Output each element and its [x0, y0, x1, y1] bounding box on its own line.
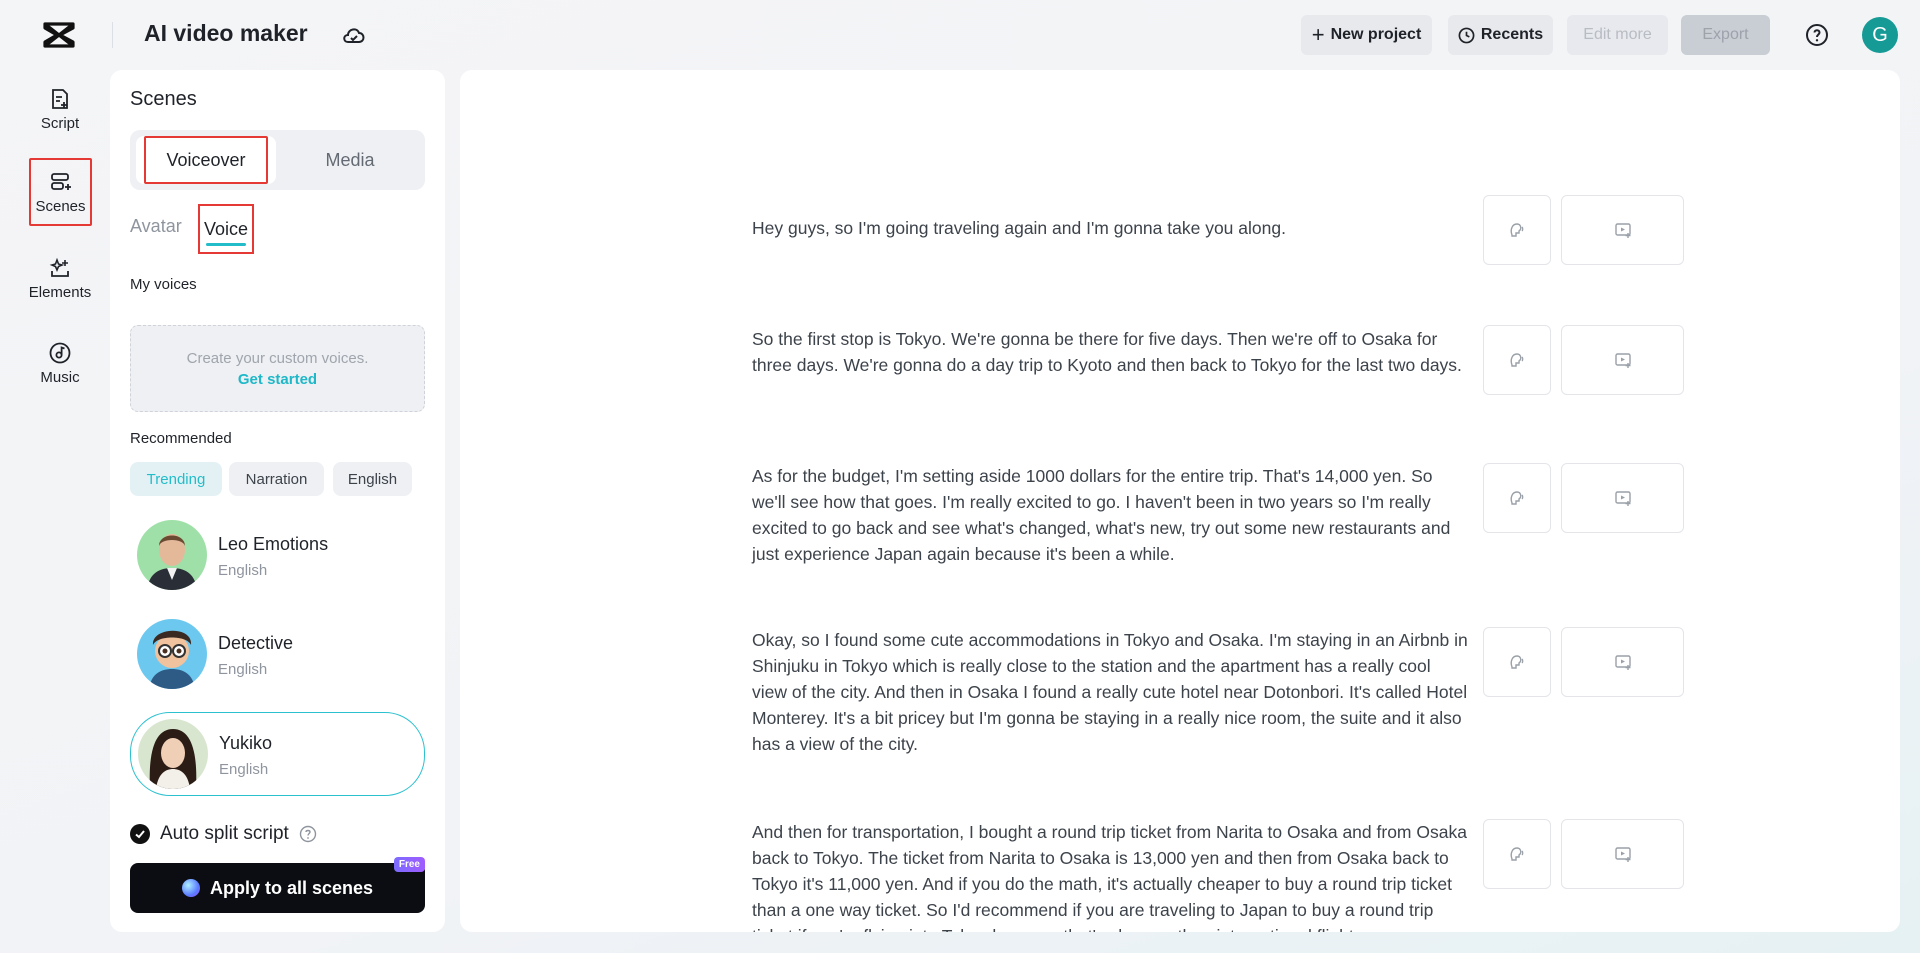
export-label: Export — [1702, 26, 1749, 43]
voice-name: Detective — [218, 633, 294, 653]
scene-text[interactable]: Hey guys, so I'm going traveling again a… — [752, 215, 1470, 241]
voice-settings-button[interactable] — [1483, 463, 1551, 533]
new-project-label: New project — [1330, 26, 1422, 43]
chip-trending[interactable]: Trending — [130, 462, 222, 496]
scene-text[interactable]: Okay, so I found some cute accommodation… — [752, 627, 1470, 757]
info-icon[interactable] — [299, 825, 317, 843]
custom-voice-text: Create your custom voices. — [186, 349, 369, 367]
help-icon[interactable] — [1805, 23, 1829, 47]
free-badge: Free — [393, 857, 425, 872]
clock-icon — [1458, 27, 1475, 43]
scene-text[interactable]: As for the budget, I'm setting aside 100… — [752, 463, 1470, 567]
voice-card-detective[interactable]: Detective English — [130, 613, 425, 697]
voice-settings-button[interactable] — [1483, 325, 1551, 395]
nav-music-label: Music — [40, 368, 80, 386]
elements-icon — [49, 257, 69, 277]
add-media-icon — [1614, 655, 1631, 670]
add-media-icon — [1614, 847, 1631, 862]
plus-icon: + — [1311, 22, 1325, 47]
nav-elements-label: Elements — [28, 283, 92, 301]
tab-media-label: Media — [325, 149, 375, 170]
script-icon — [52, 88, 68, 109]
scene-text[interactable]: So the first stop is Tokyo. We're gonna … — [752, 326, 1470, 378]
nav-script[interactable]: Script — [20, 76, 100, 142]
voice-name: Leo Emotions — [218, 534, 329, 554]
app-title: AI video maker — [144, 20, 308, 46]
scenes-panel: Scenes Voiceover Media Avatar Voice My v… — [110, 70, 445, 932]
voice-icon — [1510, 655, 1524, 669]
voice-icon — [1510, 223, 1524, 237]
voice-icon — [1510, 353, 1524, 367]
nav-music[interactable]: Music — [20, 330, 100, 396]
add-media-icon — [1614, 223, 1631, 238]
voice-language: English — [218, 562, 268, 579]
add-media-button[interactable] — [1561, 463, 1684, 533]
scene-text[interactable]: And then for transportation, I bought a … — [752, 819, 1470, 932]
edit-more-button[interactable]: Edit more — [1567, 15, 1668, 55]
voice-avatar — [138, 719, 208, 789]
cloud-sync-icon[interactable] — [340, 22, 368, 48]
chip-english[interactable]: English — [333, 462, 412, 496]
export-button[interactable]: Export — [1681, 15, 1770, 55]
subtab-voice-label: Voice — [203, 218, 249, 239]
add-media-button[interactable] — [1561, 325, 1684, 395]
ai-orb-icon — [181, 879, 200, 897]
add-media-icon — [1614, 353, 1631, 368]
voice-media-toggle: Voiceover Media — [130, 130, 425, 190]
checkmark-icon[interactable] — [130, 824, 150, 844]
voice-icon — [1510, 491, 1524, 505]
edit-more-label: Edit more — [1583, 26, 1652, 43]
apply-to-all-scenes-button[interactable]: Apply to all scenes Free — [130, 857, 425, 913]
add-media-icon — [1614, 491, 1631, 506]
auto-split-option[interactable]: Auto split script — [130, 823, 317, 845]
recommended-label: Recommended — [130, 430, 232, 447]
auto-split-label: Auto split script — [160, 823, 289, 844]
subtab-avatar[interactable]: Avatar — [130, 216, 182, 237]
user-avatar[interactable]: G — [1862, 17, 1898, 53]
tab-media[interactable]: Media — [280, 136, 420, 184]
nav-elements[interactable]: Elements — [20, 245, 100, 311]
highlight-box — [144, 136, 268, 184]
voice-name: Yukiko — [219, 733, 273, 753]
my-voices-label: My voices — [130, 276, 197, 293]
voice-avatar — [137, 520, 207, 590]
apply-button-label: Apply to all scenes — [209, 877, 374, 898]
voice-avatar — [137, 619, 207, 689]
subtab-voice[interactable]: Voice — [198, 204, 254, 254]
panel-title: Scenes — [130, 88, 197, 110]
voice-settings-button[interactable] — [1483, 195, 1551, 265]
divider — [112, 22, 113, 48]
capcut-logo-icon[interactable] — [42, 20, 76, 50]
add-media-button[interactable] — [1561, 627, 1684, 697]
custom-voice-box[interactable]: Create your custom voices. Get started — [130, 325, 425, 412]
tab-voiceover[interactable]: Voiceover — [136, 136, 276, 184]
voice-card-yukiko[interactable]: Yukiko English — [130, 712, 425, 796]
voice-settings-button[interactable] — [1483, 819, 1551, 889]
nav-scenes-label: Scenes — [35, 197, 86, 215]
voice-card-leo[interactable]: Leo Emotions English — [130, 514, 425, 598]
recents-label: Recents — [1480, 26, 1544, 43]
add-media-button[interactable] — [1561, 819, 1684, 889]
add-media-button[interactable] — [1561, 195, 1684, 265]
nav-script-label: Script — [40, 114, 80, 132]
voice-icon — [1510, 847, 1524, 861]
recents-button[interactable]: Recents — [1448, 15, 1553, 55]
scenes-icon — [50, 172, 71, 190]
active-tab-indicator — [206, 243, 246, 246]
voice-language: English — [218, 661, 268, 678]
scene-list: Hey guys, so I'm going traveling again a… — [460, 70, 1900, 932]
voice-settings-button[interactable] — [1483, 627, 1551, 697]
nav-scenes[interactable]: Scenes — [29, 158, 92, 226]
get-started-link[interactable]: Get started — [238, 371, 317, 388]
music-icon — [49, 342, 71, 363]
top-bar: AI video maker + New project Recents Edi… — [0, 0, 1920, 70]
chip-narration[interactable]: Narration — [229, 462, 324, 496]
voice-language: English — [219, 761, 269, 778]
new-project-button[interactable]: + New project — [1301, 15, 1432, 55]
